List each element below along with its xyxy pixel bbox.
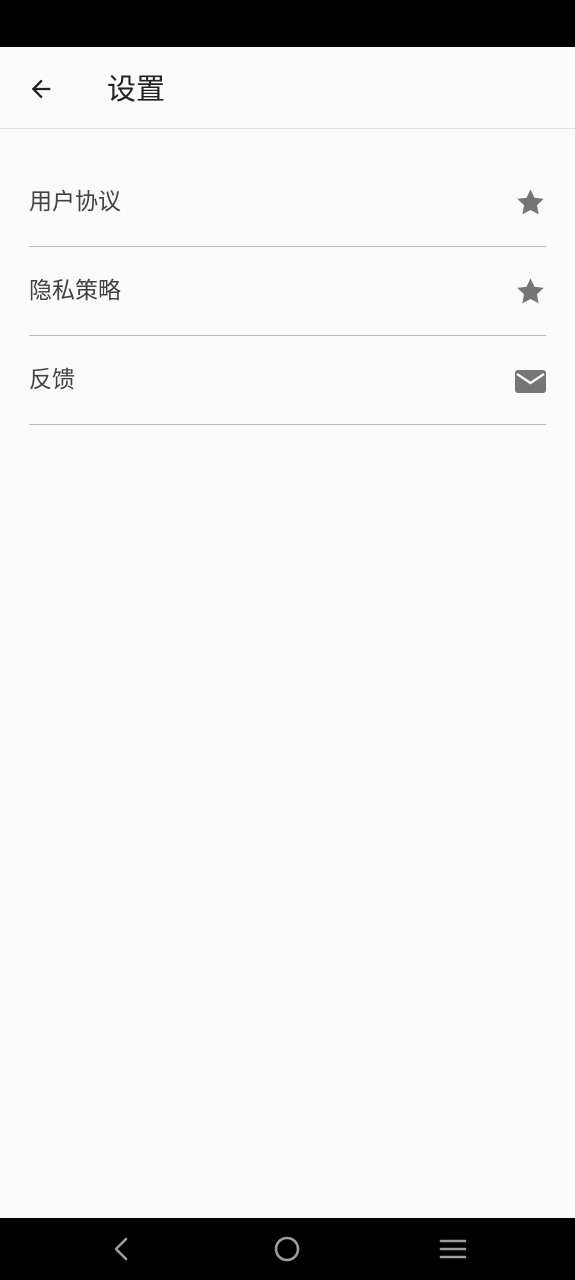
arrow-left-icon (31, 79, 51, 99)
star-icon (515, 276, 546, 307)
settings-item-privacy-policy[interactable]: 隐私策略 (29, 247, 546, 336)
settings-item-label: 反馈 (29, 367, 75, 393)
settings-item-user-agreement[interactable]: 用户协议 (29, 158, 546, 247)
back-button[interactable] (18, 66, 64, 112)
nav-back-button[interactable] (103, 1231, 139, 1267)
status-bar (0, 0, 575, 47)
star-icon (515, 187, 546, 218)
nav-home-button[interactable] (269, 1231, 305, 1267)
settings-item-label: 用户协议 (29, 189, 121, 215)
page-title: 设置 (107, 72, 166, 106)
envelope-icon (515, 365, 546, 396)
settings-list: 用户协议 隐私策略 反馈 (29, 158, 546, 425)
nav-recents-button[interactable] (435, 1231, 471, 1267)
settings-item-label: 隐私策略 (29, 278, 121, 304)
app-bar: 设置 (0, 47, 575, 129)
settings-item-feedback[interactable]: 反馈 (29, 336, 546, 425)
system-navigation-bar (0, 1218, 575, 1280)
triangle-back-icon (114, 1237, 128, 1261)
circle-home-icon (274, 1236, 300, 1262)
menu-lines-icon (439, 1239, 467, 1259)
